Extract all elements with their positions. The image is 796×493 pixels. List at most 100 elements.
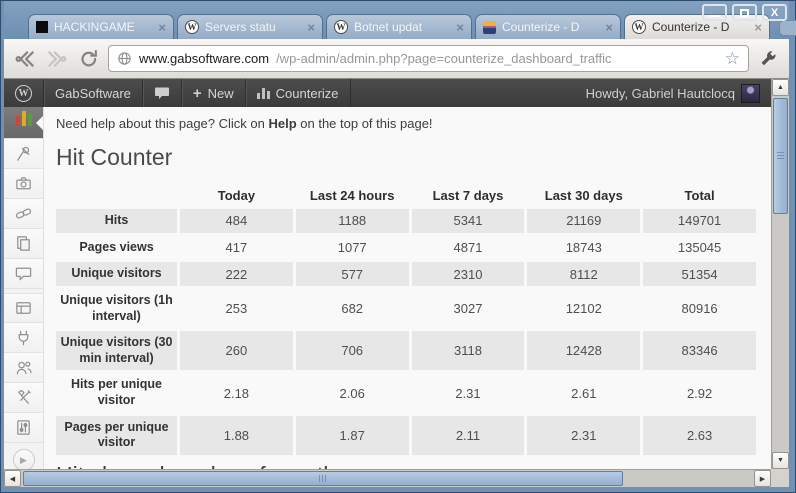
column-header: Last 24 hours [296, 185, 409, 206]
scroll-up-button[interactable]: ▲ [772, 79, 789, 96]
stat-cell: 8112 [527, 262, 640, 286]
stat-cell: 2.63 [643, 416, 756, 455]
web-page: W GabSoftware + New Counterize [4, 79, 771, 469]
forward-button[interactable] [44, 46, 70, 72]
stat-cell: 417 [180, 236, 293, 260]
stat-cell: 2.06 [296, 373, 409, 412]
vertical-scrollbar[interactable]: ▲ ▼ [771, 79, 789, 469]
stat-cell: 2.31 [527, 416, 640, 455]
scroll-left-button[interactable]: ◀ [4, 470, 21, 487]
browser-tab[interactable]: WBotnet updat× [326, 14, 472, 39]
browser-tab[interactable]: Counterize - D × [475, 14, 621, 39]
sidebar-item-posts[interactable] [4, 139, 43, 169]
horizontal-scroll-thumb[interactable] [23, 471, 623, 486]
forward-icon [45, 48, 69, 70]
url-host: www.gabsoftware.com [139, 51, 269, 66]
sidebar-item-counterize[interactable] [4, 107, 43, 139]
column-header: Today [180, 185, 293, 206]
table-row: Pages views4171077487118743135045 [56, 236, 756, 260]
tab-close-icon[interactable]: × [754, 21, 762, 34]
bookmark-star-icon[interactable]: ☆ [725, 50, 740, 67]
tools-icon [14, 388, 33, 407]
tab-close-icon[interactable]: × [158, 21, 166, 34]
scroll-down-button[interactable]: ▼ [772, 452, 789, 469]
maximize-icon [740, 9, 749, 17]
stats-table: TodayLast 24 hoursLast 7 daysLast 30 day… [53, 182, 759, 458]
row-label: Pages per unique visitor [56, 416, 177, 455]
stat-cell: 222 [180, 262, 293, 286]
browser-tab[interactable]: WServers statu× [177, 14, 323, 39]
notice-text-end: on the top of this page! [297, 116, 433, 131]
table-row: Unique visitors (30 min interval)2607063… [56, 331, 756, 370]
minimize-button[interactable] [702, 4, 727, 21]
collapse-menu-button[interactable]: ▶ [13, 449, 35, 469]
mountain-favicon [483, 21, 496, 34]
reload-button[interactable] [76, 46, 102, 72]
comments-menu[interactable] [143, 79, 182, 107]
stat-cell: 2.92 [643, 373, 756, 412]
main-content: Need help about this page? Click on Help… [44, 107, 771, 469]
plugins-icon [14, 328, 33, 347]
appearance-icon [14, 299, 33, 318]
new-tab-button[interactable] [779, 20, 796, 36]
stats-table-head: TodayLast 24 hoursLast 7 daysLast 30 day… [56, 185, 756, 206]
sidebar-item-comments[interactable] [4, 259, 43, 289]
close-button[interactable]: X [762, 4, 787, 21]
media-icon [14, 174, 33, 193]
site-name-menu[interactable]: GabSoftware [44, 79, 143, 107]
stats-table-body: Hits4841188534121169149701Pages views417… [56, 209, 756, 455]
new-content-menu[interactable]: + New [182, 79, 246, 107]
tab-close-icon[interactable]: × [605, 21, 613, 34]
stat-cell: 1.88 [180, 416, 293, 455]
scroll-right-button[interactable]: ▶ [754, 470, 771, 487]
wordpress-logo-menu[interactable]: W [4, 79, 44, 107]
stat-cell: 1.87 [296, 416, 409, 455]
sidebar-item-settings[interactable] [4, 413, 43, 443]
browser-window: HACKINGAME×WServers statu×WBotnet updat×… [0, 0, 796, 493]
browser-tab[interactable]: HACKINGAME× [28, 14, 174, 39]
tab-close-icon[interactable]: × [456, 21, 464, 34]
wp-body: ▶ Need help about this page? Click on He… [4, 107, 771, 469]
stat-cell: 80916 [643, 289, 756, 328]
back-button[interactable] [12, 46, 38, 72]
tab-close-icon[interactable]: × [307, 21, 315, 34]
row-label: Unique visitors [56, 262, 177, 286]
sidebar-item-pages[interactable] [4, 229, 43, 259]
sidebar-item-media[interactable] [4, 169, 43, 199]
vertical-scroll-thumb[interactable] [773, 98, 788, 214]
comments-icon [14, 264, 33, 283]
counterize-menu[interactable]: Counterize [246, 79, 351, 107]
sidebar-item-tools[interactable] [4, 383, 43, 413]
sidebar-item-users[interactable] [4, 353, 43, 383]
browser-toolbar: www.gabsoftware.com/wp-admin/admin.php?p… [4, 39, 789, 79]
maximize-button[interactable] [732, 4, 757, 21]
address-bar[interactable]: www.gabsoftware.com/wp-admin/admin.php?p… [108, 45, 749, 72]
column-header: Last 7 days [412, 185, 525, 206]
tab-strip: HACKINGAME×WServers statu×WBotnet updat×… [28, 14, 796, 39]
horizontal-scrollbar[interactable]: ◀ ▶ [4, 469, 771, 487]
row-label: Unique visitors (1h interval) [56, 289, 177, 328]
wp-admin-bar: W GabSoftware + New Counterize [4, 79, 771, 107]
links-icon [14, 204, 33, 223]
wordpress-favicon: W [185, 20, 199, 34]
stat-cell: 135045 [643, 236, 756, 260]
new-label: New [208, 86, 234, 101]
row-label: Pages views [56, 236, 177, 260]
stat-cell: 2.61 [527, 373, 640, 412]
stat-cell: 5341 [412, 209, 525, 233]
sidebar-item-links[interactable] [4, 199, 43, 229]
stat-cell: 1077 [296, 236, 409, 260]
tab-title: Counterize - D [652, 20, 748, 34]
globe-icon [117, 51, 132, 66]
tab-title: Counterize - D [502, 20, 599, 34]
sidebar-item-appearance[interactable] [4, 293, 43, 323]
stat-cell: 83346 [643, 331, 756, 370]
help-notice: Need help about this page? Click on Help… [56, 107, 771, 131]
stat-cell: 51354 [643, 262, 756, 286]
page-viewport: W GabSoftware + New Counterize [4, 79, 789, 487]
sidebar-item-plugins[interactable] [4, 323, 43, 353]
account-menu[interactable]: Howdy, Gabriel Hautclocq [575, 79, 771, 107]
black-square-favicon [36, 21, 48, 33]
stat-cell: 706 [296, 331, 409, 370]
wrench-menu-button[interactable] [755, 46, 781, 72]
